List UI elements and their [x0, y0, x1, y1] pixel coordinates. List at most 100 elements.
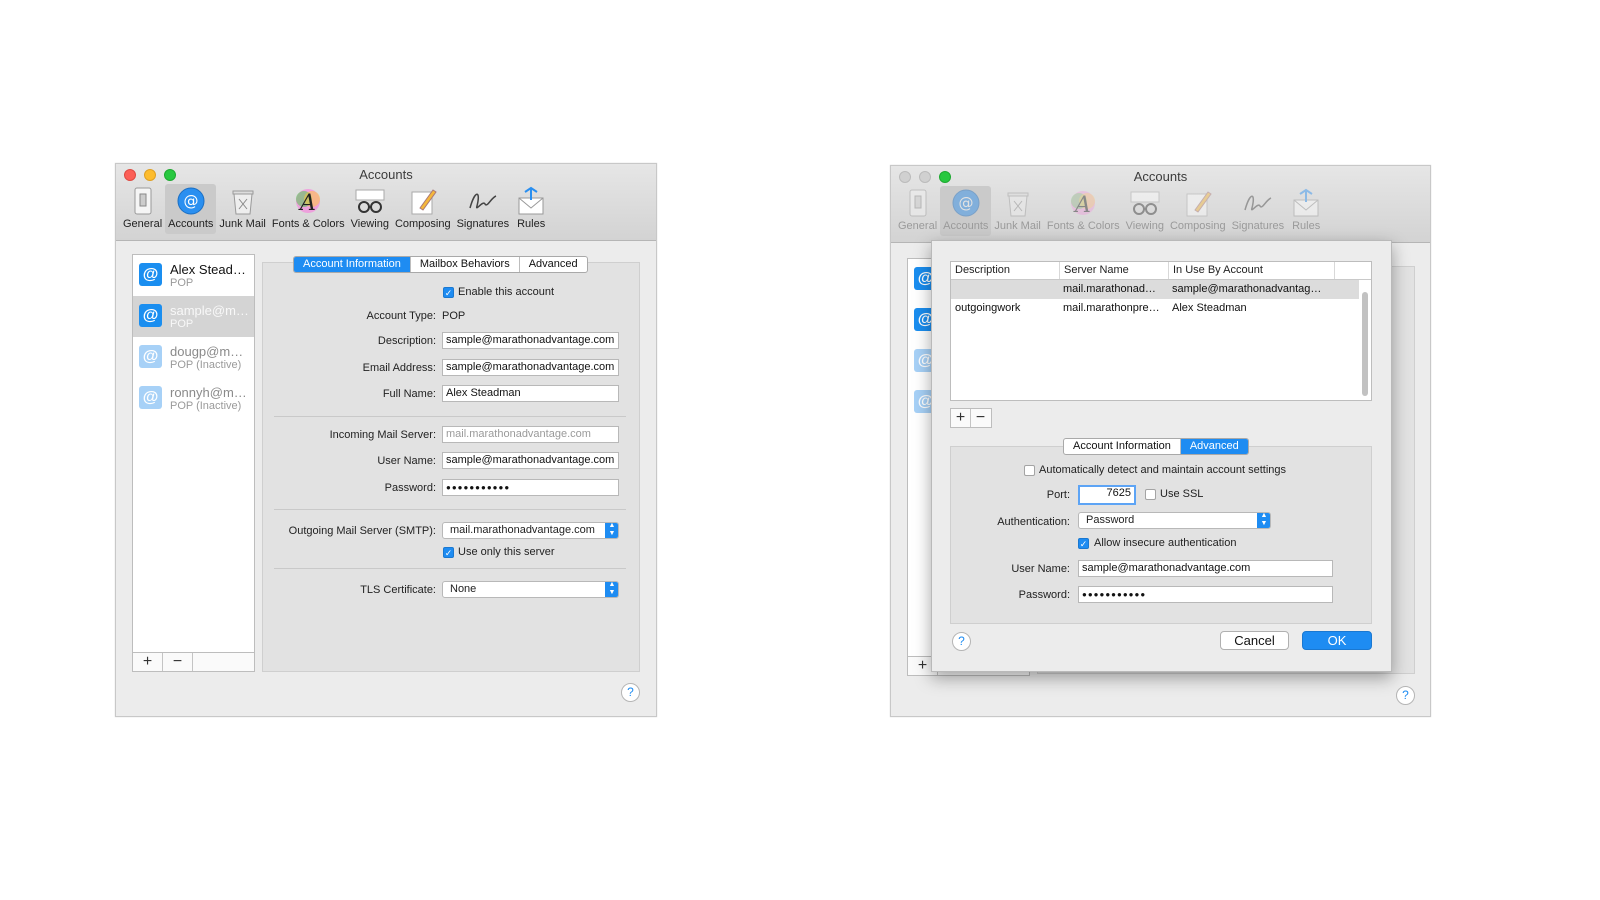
help-button[interactable]: ?: [1396, 686, 1415, 705]
password-field[interactable]: ●●●●●●●●●●●: [442, 479, 619, 496]
account-item-sample[interactable]: @ sample@m… POP: [133, 296, 254, 337]
toolbar-signatures[interactable]: Signatures: [454, 184, 513, 234]
email-address-field[interactable]: sample@marathonadvantage.com: [442, 359, 619, 376]
tab-account-information[interactable]: Account Information: [1064, 439, 1181, 454]
use-ssl-checkbox[interactable]: [1145, 489, 1156, 500]
help-button[interactable]: ?: [952, 632, 971, 651]
full-name-field[interactable]: Alex Steadman: [442, 385, 619, 402]
toolbar-general[interactable]: General: [120, 184, 165, 234]
column-header-description[interactable]: Description: [951, 262, 1060, 279]
user-name-label: User Name:: [377, 455, 436, 467]
switch-icon: [902, 187, 934, 219]
signature-icon: [1242, 187, 1274, 219]
add-account-button[interactable]: +: [133, 653, 163, 671]
window-title: Accounts: [1133, 169, 1188, 184]
account-item-dougp[interactable]: @ dougp@m… POP (Inactive): [133, 337, 254, 378]
incoming-server-field[interactable]: mail.marathonadvantage.com: [442, 426, 619, 443]
user-name-label: User Name:: [1011, 563, 1070, 575]
title-bar: Accounts General @ Accounts Junk Mail A …: [116, 164, 656, 241]
table-row[interactable]: mail.marathonad… sample@marathonadvantag…: [951, 280, 1359, 299]
toolbar-accounts[interactable]: @ Accounts: [165, 184, 217, 234]
description-label: Description:: [377, 335, 436, 347]
preferences-toolbar: General @ Accounts Junk Mail A Fonts & C…: [120, 184, 550, 238]
port-field[interactable]: 7625: [1078, 485, 1136, 505]
use-only-server-label: Use only this server: [458, 546, 555, 558]
preferences-window-left: Accounts General @ Accounts Junk Mail A …: [115, 163, 657, 717]
auto-detect-label: Automatically detect and maintain accoun…: [1039, 464, 1287, 476]
envelope-icon: [515, 185, 547, 217]
use-only-server-checkbox[interactable]: ✓: [443, 547, 454, 558]
toolbar-signatures[interactable]: Signatures: [1229, 186, 1288, 236]
add-server-button[interactable]: +: [951, 409, 971, 427]
user-name-field[interactable]: sample@marathonadvantage.com: [442, 452, 619, 469]
toolbar-rules[interactable]: Rules: [1287, 186, 1325, 236]
svg-text:@: @: [958, 194, 973, 212]
window-title: Accounts: [359, 167, 413, 182]
password-field[interactable]: ●●●●●●●●●●●: [1078, 586, 1333, 603]
column-header-server-name[interactable]: Server Name: [1060, 262, 1169, 279]
toolbar-viewing[interactable]: Viewing: [1123, 186, 1167, 236]
account-type-value: POP: [442, 310, 466, 322]
toolbar-composing[interactable]: Composing: [1167, 186, 1229, 236]
toolbar-composing[interactable]: Composing: [392, 184, 454, 234]
at-sign-icon: @: [139, 263, 162, 286]
help-button[interactable]: ?: [621, 683, 640, 702]
full-name-label: Full Name:: [382, 388, 436, 400]
enable-account-label: Enable this account: [458, 286, 555, 298]
smtp-server-table[interactable]: Description Server Name In Use By Accoun…: [950, 261, 1372, 401]
remove-server-button[interactable]: −: [971, 409, 990, 427]
toolbar-rules[interactable]: Rules: [512, 184, 550, 234]
smtp-label: Outgoing Mail Server (SMTP):: [288, 525, 436, 537]
tls-certificate-popup[interactable]: None ▲ ▼: [442, 581, 619, 598]
tab-advanced[interactable]: Advanced: [520, 257, 587, 272]
smtp-server-popup[interactable]: mail.marathonadvantage.com ▲ ▼: [442, 522, 619, 539]
toolbar-viewing[interactable]: Viewing: [348, 184, 392, 234]
accounts-list-footer: + −: [133, 652, 254, 671]
ok-button[interactable]: OK: [1302, 631, 1372, 650]
tab-account-information[interactable]: Account Information: [294, 257, 411, 272]
remove-account-button[interactable]: −: [163, 653, 193, 671]
toolbar-general[interactable]: General: [895, 186, 940, 236]
cancel-button[interactable]: Cancel: [1220, 631, 1289, 650]
table-row[interactable]: outgoingwork mail.marathonpre… Alex Stea…: [951, 299, 1359, 318]
account-item-alex[interactable]: @ Alex Stead… POP: [133, 255, 254, 296]
pencil-icon: [407, 185, 439, 217]
chevron-updown-icon: ▲ ▼: [1257, 513, 1270, 528]
table-scrollbar[interactable]: [1362, 292, 1368, 396]
account-type-label: Account Type:: [366, 310, 436, 322]
enable-account-checkbox[interactable]: ✓: [443, 287, 454, 298]
description-field[interactable]: sample@marathonadvantage.com: [442, 332, 619, 349]
at-sign-icon: @: [139, 345, 162, 368]
account-item-ronnyh[interactable]: @ ronnyh@m… POP (Inactive): [133, 378, 254, 419]
glasses-icon: [354, 185, 386, 217]
column-header-in-use-by[interactable]: In Use By Account: [1169, 262, 1335, 279]
tab-mailbox-behaviors[interactable]: Mailbox Behaviors: [411, 257, 520, 272]
preferences-window-right: Accounts General @ Accounts Junk Mail A …: [890, 165, 1431, 717]
tls-certificate-label: TLS Certificate:: [360, 584, 436, 596]
divider: [274, 568, 626, 569]
svg-text:@: @: [183, 192, 198, 210]
toolbar-accounts[interactable]: @ Accounts: [940, 186, 992, 236]
chevron-updown-icon: ▲ ▼: [605, 582, 618, 597]
at-sign-icon: @: [950, 187, 982, 219]
toolbar-junk-mail[interactable]: Junk Mail: [991, 186, 1043, 236]
toolbar-junk-mail[interactable]: Junk Mail: [216, 184, 268, 234]
account-tabs: Account Information Mailbox Behaviors Ad…: [293, 256, 588, 273]
tab-advanced[interactable]: Advanced: [1180, 439, 1248, 454]
auto-detect-checkbox[interactable]: [1024, 465, 1035, 476]
toolbar-fonts-colors[interactable]: A Fonts & Colors: [1044, 186, 1123, 236]
user-name-field[interactable]: sample@marathonadvantage.com: [1078, 560, 1333, 577]
accounts-list[interactable]: @ Alex Stead… POP @ sample@m… POP @ doug…: [132, 254, 255, 672]
pencil-icon: [1182, 187, 1214, 219]
allow-insecure-checkbox[interactable]: ✓: [1078, 538, 1089, 549]
title-bar: Accounts General @ Accounts Junk Mail A …: [891, 166, 1430, 243]
smtp-server-list-sheet: Description Server Name In Use By Accoun…: [931, 240, 1392, 672]
trash-bin-icon: [227, 185, 259, 217]
at-sign-icon: @: [139, 304, 162, 327]
toolbar-fonts-colors[interactable]: A Fonts & Colors: [269, 184, 348, 234]
envelope-icon: [1290, 187, 1322, 219]
authentication-popup[interactable]: Password ▲ ▼: [1078, 512, 1271, 529]
glasses-icon: [1129, 187, 1161, 219]
port-label: Port:: [1046, 489, 1070, 501]
trash-bin-icon: [1002, 187, 1034, 219]
